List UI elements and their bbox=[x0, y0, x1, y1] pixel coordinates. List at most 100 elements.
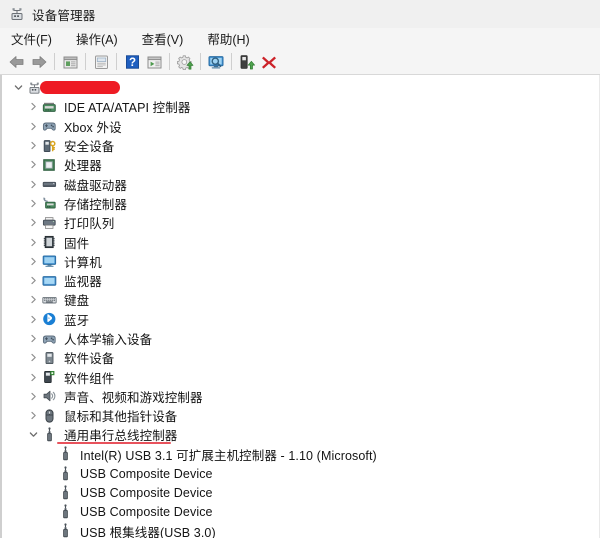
device-tree[interactable]: IDE ATA/ATAPI 控制器 Xbox 外设 安全设备 处理器 磁盘驱动器… bbox=[0, 75, 600, 538]
uninstall-device-icon[interactable] bbox=[258, 51, 280, 73]
software-component-icon bbox=[41, 369, 58, 385]
toolbar-separator bbox=[85, 53, 86, 70]
tree-node-label: 处理器 bbox=[64, 159, 102, 174]
chevron-right-icon[interactable] bbox=[26, 315, 41, 324]
tree-node-processor[interactable]: 处理器 bbox=[2, 155, 599, 174]
menu-action[interactable]: 操作(A) bbox=[74, 28, 127, 49]
chevron-right-icon[interactable] bbox=[26, 411, 41, 420]
back-arrow-icon[interactable] bbox=[6, 51, 28, 73]
menu-view[interactable]: 查看(V) bbox=[140, 28, 193, 49]
processor-icon bbox=[41, 157, 58, 173]
tree-node-label: 软件组件 bbox=[64, 371, 115, 386]
tree-node-disk-drive[interactable]: 磁盘驱动器 bbox=[2, 174, 599, 193]
menu-file[interactable]: 文件(F) bbox=[9, 28, 61, 49]
device-manager-window: 设备管理器 文件(F) 操作(A) 查看(V) 帮助(H) ? IDE ATA/… bbox=[0, 0, 600, 538]
tree-node-label: 鼠标和其他指针设备 bbox=[64, 410, 178, 425]
chevron-down-icon[interactable] bbox=[26, 430, 41, 439]
tree-node-usb-host-controller[interactable]: Intel(R) USB 3.1 可扩展主机控制器 - 1.10 (Micros… bbox=[2, 445, 599, 464]
tree-node-usb-controller[interactable]: 通用串行总线控制器 bbox=[2, 425, 599, 444]
tree-node-label: 人体学输入设备 bbox=[64, 333, 153, 347]
mouse-icon bbox=[41, 408, 58, 424]
usb-device-icon bbox=[57, 523, 74, 538]
chevron-right-icon[interactable] bbox=[26, 122, 41, 131]
tree-node-label: 监视器 bbox=[64, 275, 102, 290]
chevron-down-icon[interactable] bbox=[11, 83, 26, 92]
chevron-right-icon[interactable] bbox=[26, 373, 41, 382]
chevron-right-icon[interactable] bbox=[26, 295, 41, 304]
device-manager-icon bbox=[9, 6, 25, 22]
tree-node-software-device[interactable]: 软件设备 bbox=[2, 348, 599, 367]
help-icon[interactable]: ? bbox=[121, 51, 143, 73]
menu-help[interactable]: 帮助(H) bbox=[205, 28, 258, 49]
tree-root-node[interactable] bbox=[2, 78, 599, 97]
chevron-right-icon[interactable] bbox=[26, 276, 41, 285]
tree-node-label: IDE ATA/ATAPI 控制器 bbox=[64, 101, 191, 116]
sound-video-game-icon bbox=[41, 388, 58, 404]
chevron-right-icon[interactable] bbox=[26, 102, 41, 111]
tree-node-label: 安全设备 bbox=[64, 140, 115, 155]
tree-node-print-queue[interactable]: 打印队列 bbox=[2, 213, 599, 232]
chevron-right-icon[interactable] bbox=[26, 392, 41, 401]
scan-hardware-changes-icon[interactable] bbox=[205, 51, 227, 73]
chevron-right-icon[interactable] bbox=[26, 353, 41, 362]
tree-node-firmware[interactable]: 固件 bbox=[2, 232, 599, 251]
chevron-right-icon[interactable] bbox=[26, 238, 41, 247]
toolbar-separator bbox=[169, 53, 170, 70]
enable-device-icon[interactable] bbox=[236, 51, 258, 73]
tree-node-label: Intel(R) USB 3.1 可扩展主机控制器 - 1.10 (Micros… bbox=[80, 448, 377, 463]
tree-node-usb-composite-device[interactable]: USB Composite Device bbox=[2, 483, 599, 502]
tree-node-computer[interactable]: 计算机 bbox=[2, 252, 599, 271]
tree-node-label: USB Composite Device bbox=[80, 466, 213, 481]
svg-text:?: ? bbox=[128, 57, 135, 69]
tree-node-keyboard[interactable]: 键盘 bbox=[2, 290, 599, 309]
tree-node-label: Xbox 外设 bbox=[64, 120, 122, 135]
print-queue-icon bbox=[41, 215, 58, 231]
hid-icon bbox=[41, 331, 58, 347]
monitor-icon bbox=[41, 273, 58, 289]
tree-node-label: 磁盘驱动器 bbox=[64, 178, 128, 193]
tree-node-label: 固件 bbox=[64, 236, 90, 251]
firmware-icon bbox=[41, 234, 58, 250]
menubar: 文件(F) 操作(A) 查看(V) 帮助(H) bbox=[0, 28, 600, 49]
ide-controller-icon bbox=[41, 99, 58, 115]
window-title: 设备管理器 bbox=[32, 8, 96, 23]
show-hidden-devices-icon[interactable] bbox=[59, 51, 81, 73]
chevron-right-icon[interactable] bbox=[26, 180, 41, 189]
tree-node-label: 打印队列 bbox=[64, 217, 115, 232]
storage-controller-icon bbox=[41, 195, 58, 211]
update-driver-icon[interactable] bbox=[174, 51, 196, 73]
tree-node-label: 蓝牙 bbox=[64, 313, 90, 328]
redaction-overlay bbox=[40, 81, 120, 94]
tree-node-label: 计算机 bbox=[64, 255, 102, 270]
device-list-icon[interactable] bbox=[143, 51, 165, 73]
chevron-right-icon[interactable] bbox=[26, 160, 41, 169]
keyboard-icon bbox=[41, 292, 58, 308]
tree-node-security-device[interactable]: 安全设备 bbox=[2, 136, 599, 155]
tree-node-sound-video-game[interactable]: 声音、视频和游戏控制器 bbox=[2, 387, 599, 406]
disk-drive-icon bbox=[41, 176, 58, 192]
chevron-right-icon[interactable] bbox=[26, 218, 41, 227]
forward-arrow-icon[interactable] bbox=[28, 51, 50, 73]
tree-node-usb-root-hub[interactable]: USB 根集线器(USB 3.0) bbox=[2, 522, 599, 538]
tree-node-software-component[interactable]: 软件组件 bbox=[2, 367, 599, 386]
chevron-right-icon[interactable] bbox=[26, 199, 41, 208]
usb-device-icon bbox=[57, 465, 74, 482]
chevron-right-icon[interactable] bbox=[26, 141, 41, 150]
tree-node-label: 键盘 bbox=[64, 294, 90, 309]
properties-icon[interactable] bbox=[90, 51, 112, 73]
usb-device-icon bbox=[57, 504, 74, 520]
tree-node-ide-controller[interactable]: IDE ATA/ATAPI 控制器 bbox=[2, 97, 599, 116]
tree-node-hid[interactable]: 人体学输入设备 bbox=[2, 329, 599, 348]
tree-node-usb-composite-device[interactable]: USB Composite Device bbox=[2, 503, 599, 522]
tree-node-bluetooth[interactable]: 蓝牙 bbox=[2, 310, 599, 329]
tree-node-mouse[interactable]: 鼠标和其他指针设备 bbox=[2, 406, 599, 425]
titlebar: 设备管理器 bbox=[0, 0, 600, 28]
tree-node-usb-composite-device[interactable]: USB Composite Device bbox=[2, 464, 599, 483]
toolbar-separator bbox=[54, 53, 55, 70]
chevron-right-icon[interactable] bbox=[26, 334, 41, 343]
tree-node-xbox-peripheral[interactable]: Xbox 外设 bbox=[2, 117, 599, 136]
tree-node-label: USB Composite Device bbox=[80, 505, 213, 520]
chevron-right-icon[interactable] bbox=[26, 257, 41, 266]
tree-node-monitor[interactable]: 监视器 bbox=[2, 271, 599, 290]
tree-node-storage-controller[interactable]: 存储控制器 bbox=[2, 194, 599, 213]
